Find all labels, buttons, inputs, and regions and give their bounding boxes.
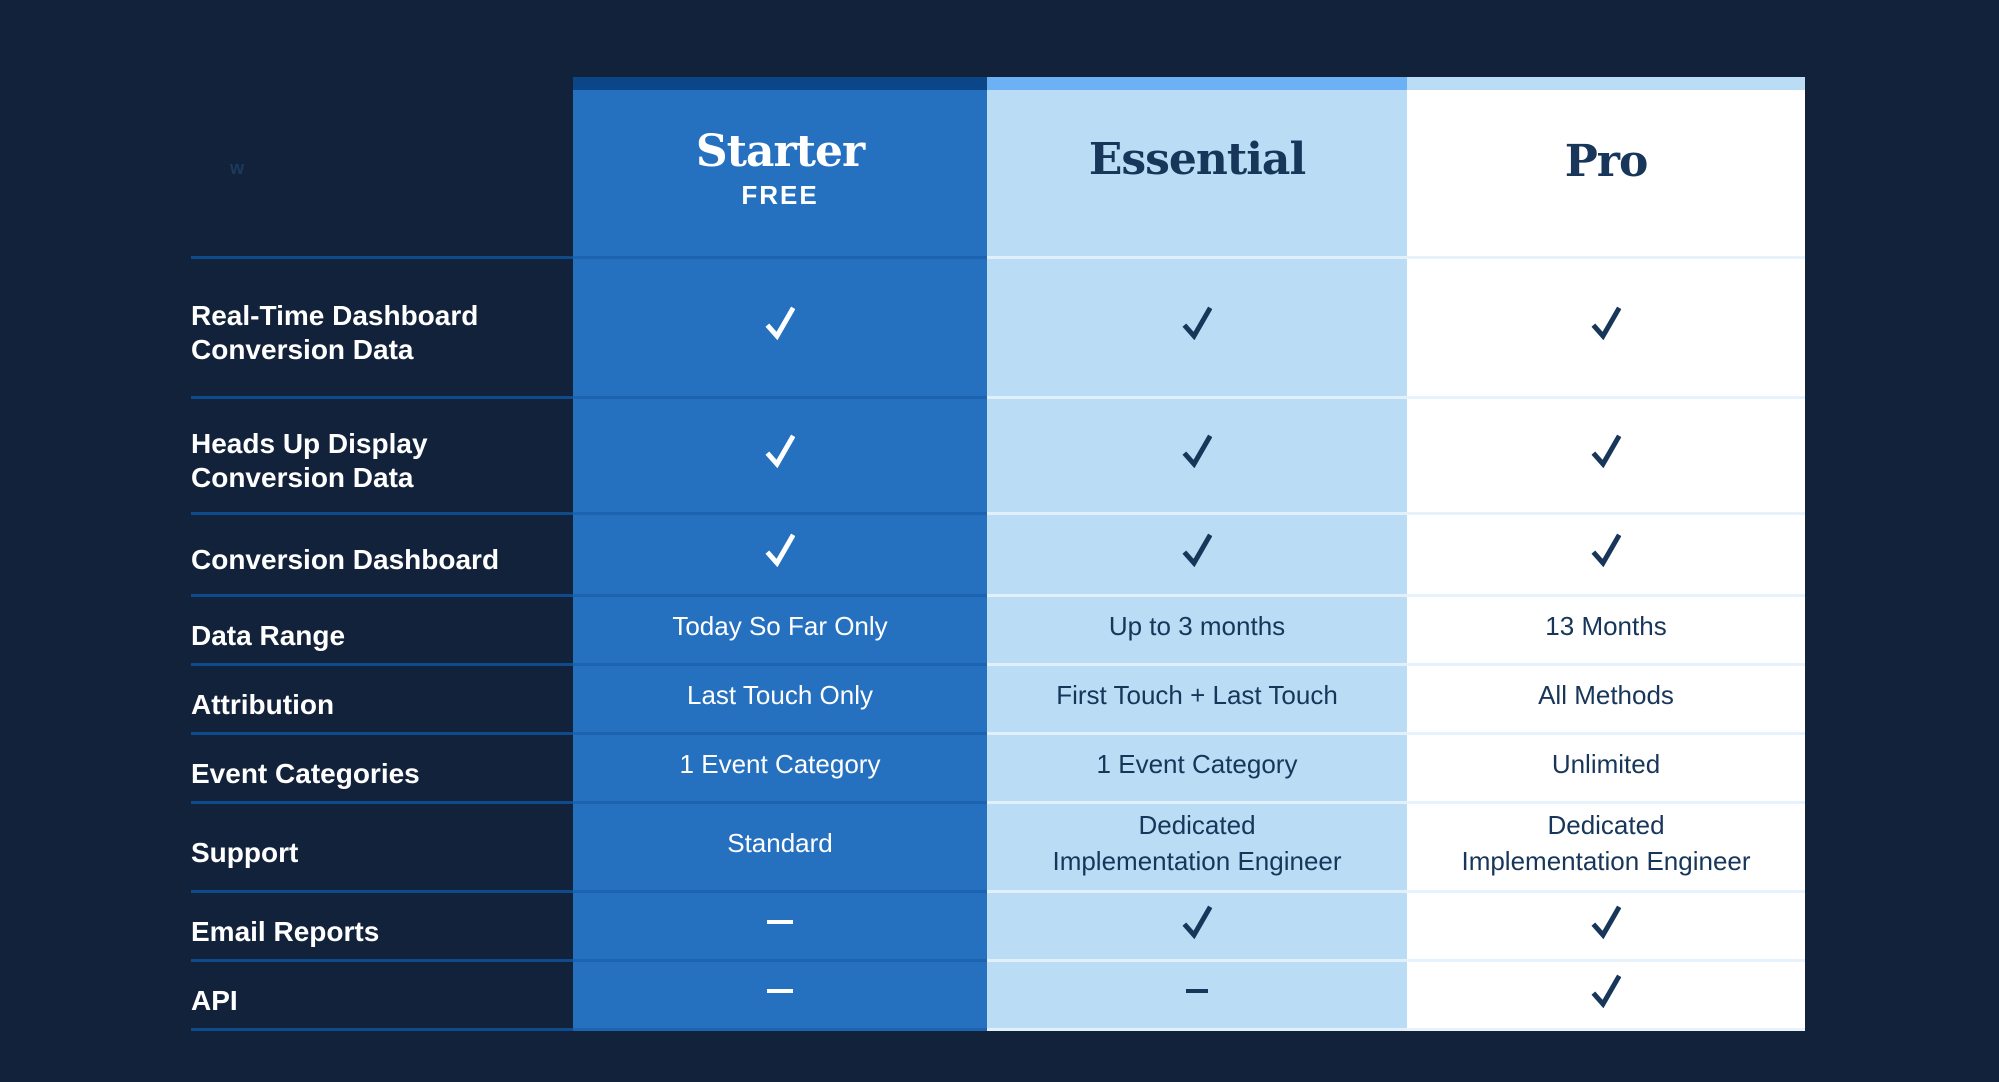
feature-cell <box>987 893 1407 960</box>
feature-value: Dedicated Implementation Engineer <box>1461 809 1751 876</box>
check-icon <box>1182 434 1212 468</box>
feature-label: Email Reports <box>191 915 380 947</box>
feature-label: Attribution <box>191 688 335 720</box>
feature-value: Up to 3 months <box>1108 610 1286 641</box>
feature-cell <box>987 962 1407 1029</box>
check-icon <box>1591 434 1621 468</box>
feature-cell: 1 Event Category <box>987 735 1407 802</box>
feature-cell: Standard <box>573 804 987 891</box>
feature-label: Real-Time Dashboard Conversion Data <box>191 300 479 365</box>
feature-value: 13 Months <box>1545 610 1667 641</box>
feature-label: Conversion Dashboard <box>191 544 500 575</box>
feature-cell: First Touch + Last Touch <box>987 666 1407 733</box>
table-row: Support Standard Dedicated Implementation … <box>191 804 1805 891</box>
plan-top-band <box>987 77 1407 90</box>
plan-name: Starter <box>695 126 865 177</box>
check-icon <box>1591 306 1621 340</box>
table-row: Email Reports <box>191 893 1805 960</box>
table-row: API <box>191 962 1805 1029</box>
check-icon <box>1591 533 1621 567</box>
feature-cell <box>573 399 987 513</box>
feature-value: 1 Event Category <box>1096 748 1298 779</box>
table-row: Real-Time Dashboard Conversion Data <box>191 259 1805 397</box>
plan-top-band <box>573 77 987 90</box>
plan-header-essential: Essential <box>987 90 1407 257</box>
feature-value: Unlimited <box>1551 748 1661 779</box>
feature-cell <box>1407 399 1805 513</box>
check-icon <box>1591 905 1621 939</box>
feature-cell <box>1407 259 1805 397</box>
feature-value: Today So Far Only <box>672 610 888 641</box>
table-row: Heads Up Display Conversion Data <box>191 399 1805 513</box>
watermark-letter: w <box>230 158 245 178</box>
feature-cell: Last Touch Only <box>573 666 987 733</box>
feature-cell <box>573 893 987 960</box>
feature-cell: Up to 3 months <box>987 597 1407 664</box>
check-icon <box>1591 974 1621 1008</box>
dash-icon <box>767 919 793 924</box>
feature-cell <box>987 259 1407 397</box>
feature-cell <box>573 962 987 1029</box>
plan-name: Essential <box>1088 134 1306 185</box>
check-icon <box>765 306 795 340</box>
feature-cell <box>987 515 1407 595</box>
feature-cell: 1 Event Category <box>573 735 987 802</box>
dash-icon <box>767 988 793 993</box>
plan-name: Pro <box>1564 136 1649 187</box>
check-icon <box>765 434 795 468</box>
feature-cell <box>1407 893 1805 960</box>
plan-top-band <box>1407 77 1805 90</box>
check-icon <box>765 533 795 567</box>
table-row: Event Categories 1 Event Category 1 Event … <box>191 735 1805 802</box>
feature-cell: Dedicated Implementation Engineer <box>987 804 1407 891</box>
feature-value: First Touch + Last Touch <box>1056 679 1338 710</box>
plan-header-pro: Pro <box>1407 90 1805 257</box>
feature-label: Support <box>191 836 299 868</box>
feature-cell: All Methods <box>1407 666 1805 733</box>
feature-label: Heads Up Display Conversion Data <box>191 428 428 493</box>
table-row: Conversion Dashboard <box>191 515 1805 595</box>
feature-cell <box>987 399 1407 513</box>
table-row: Data Range Today So Far Only Up to 3 month… <box>191 597 1805 664</box>
feature-value: 1 Event Category <box>679 748 881 779</box>
feature-cell: 13 Months <box>1407 597 1805 664</box>
plan-price-label: FREE <box>741 180 819 210</box>
feature-cell <box>573 259 987 397</box>
feature-value: Standard <box>727 827 833 858</box>
feature-cell <box>1407 962 1805 1029</box>
check-icon <box>1182 306 1212 340</box>
feature-cell <box>573 515 987 595</box>
table-row: Attribution Last Touch Only First Touch + … <box>191 666 1805 733</box>
feature-value: All Methods <box>1538 679 1674 710</box>
feature-label: API <box>191 984 238 1016</box>
plan-header-starter: Starter FREE <box>573 90 987 257</box>
feature-label: Event Categories <box>191 757 420 789</box>
feature-value: Dedicated Implementation Engineer <box>1052 809 1342 876</box>
dash-icon <box>1186 988 1208 993</box>
feature-cell: Unlimited <box>1407 735 1805 802</box>
feature-cell <box>1407 515 1805 595</box>
feature-label: Data Range <box>191 619 346 651</box>
feature-cell: Dedicated Implementation Engineer <box>1407 804 1805 891</box>
feature-cell: Today So Far Only <box>573 597 987 664</box>
check-icon <box>1182 533 1212 567</box>
feature-value: Last Touch Only <box>687 679 873 710</box>
check-icon <box>1182 905 1212 939</box>
